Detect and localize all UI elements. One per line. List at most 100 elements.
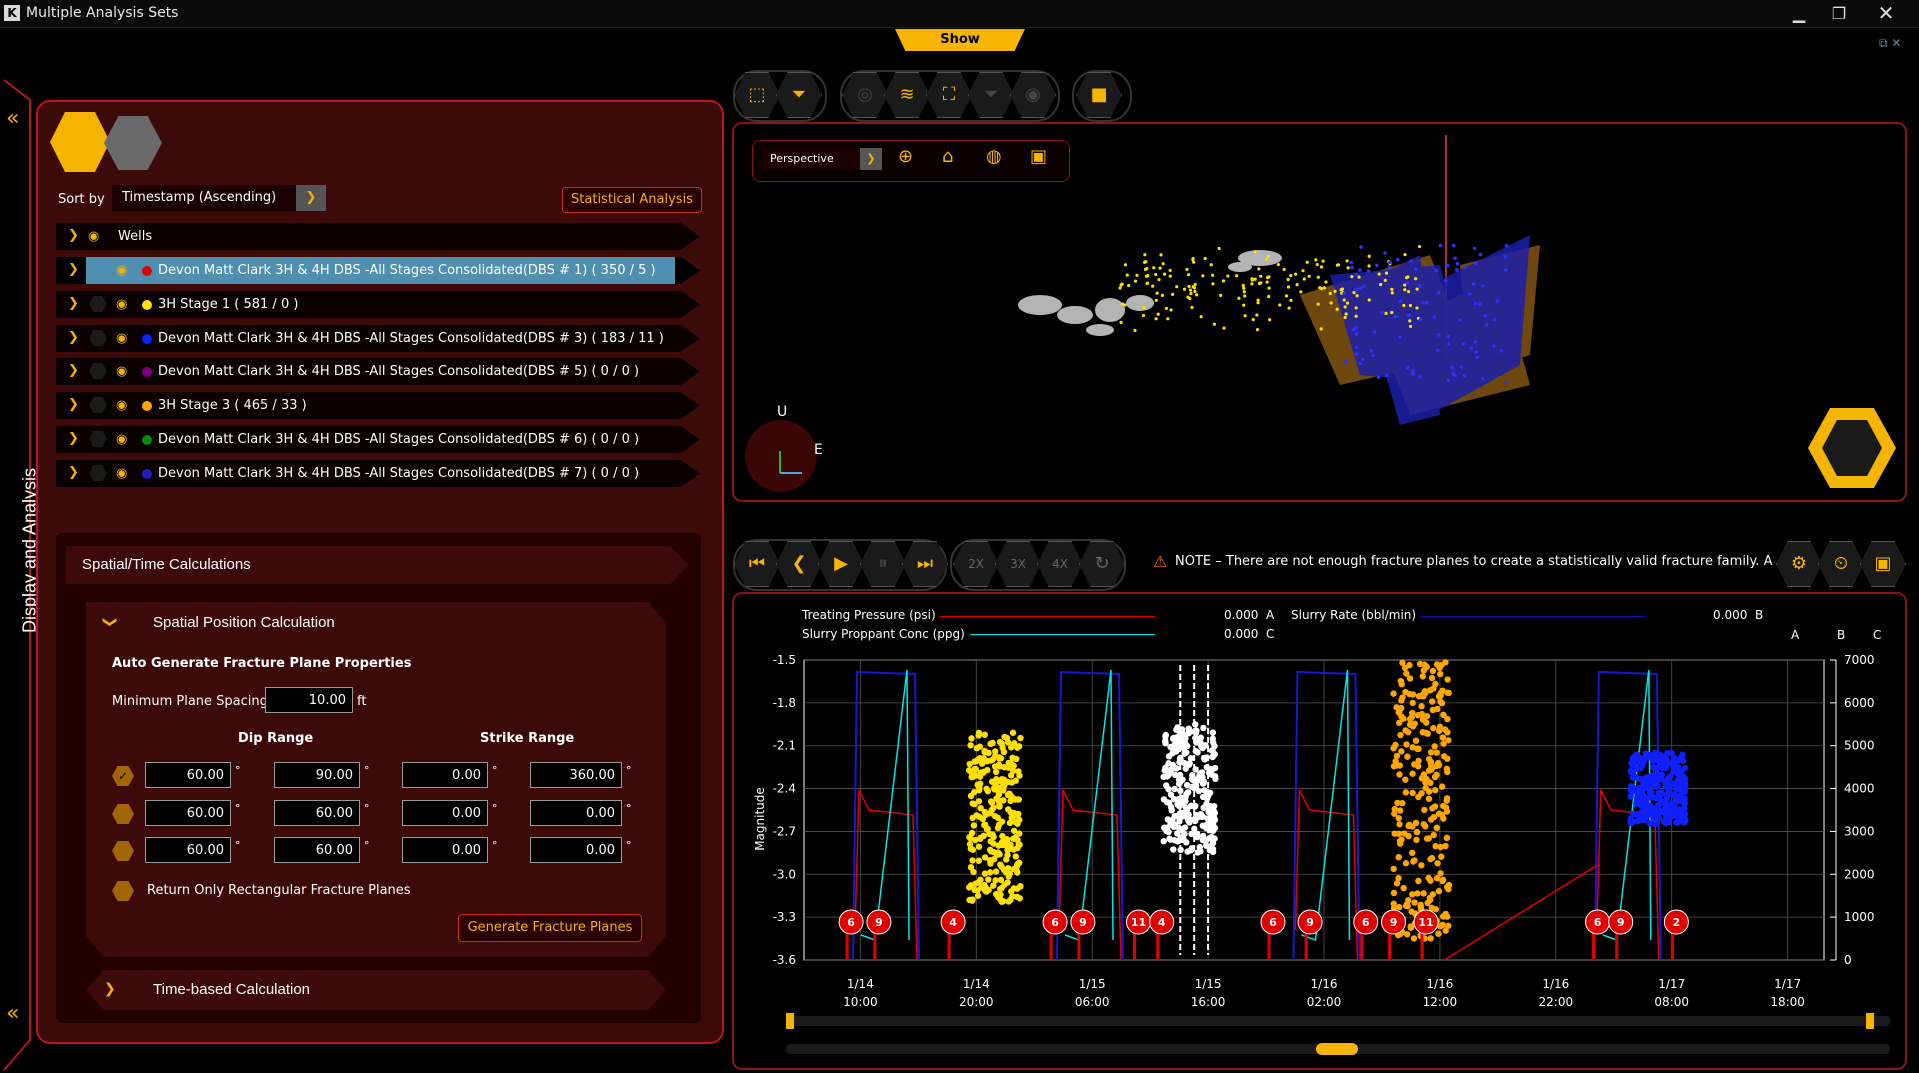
- color-dot: [142, 469, 152, 479]
- auto-generate-title: Auto Generate Fracture Plane Properties: [112, 656, 412, 671]
- hex-checkbox[interactable]: [89, 330, 107, 346]
- eye-icon[interactable]: ◉: [116, 331, 136, 346]
- eye-icon[interactable]: ◉: [116, 432, 136, 447]
- expand-icon[interactable]: ❯: [68, 465, 79, 480]
- strike-max-input[interactable]: 0.00: [530, 800, 622, 826]
- range-end-handle[interactable]: [1866, 1013, 1874, 1029]
- tree-row-dbs3[interactable]: ❯ ◉ Devon Matt Clark 3H & 4H DBS -All St…: [56, 325, 700, 352]
- statistical-analysis-button[interactable]: Statistical Analysis: [562, 187, 702, 213]
- sort-dropdown[interactable]: Timestamp (Ascending) ❯: [112, 185, 326, 211]
- event-point: [1193, 289, 1197, 293]
- legend-rate-label: Slurry Rate (bbl/min): [1291, 608, 1417, 622]
- settings-gear-icon[interactable]: ⚙: [1776, 541, 1822, 587]
- microseismic-event: [981, 870, 989, 877]
- event-point: [1403, 288, 1407, 292]
- microseismic-event: [1435, 887, 1443, 895]
- event-point: [1461, 341, 1466, 346]
- eye-icon[interactable]: ◉: [116, 398, 136, 413]
- hex-checkbox[interactable]: [89, 431, 107, 447]
- expand-icon[interactable]: ❯: [68, 397, 79, 412]
- chevron-right-icon[interactable]: ❯: [104, 981, 116, 997]
- tree-row-dbs7[interactable]: ❯ ◉ Devon Matt Clark 3H & 4H DBS -All St…: [56, 460, 700, 487]
- time-based-title[interactable]: Time-based Calculation: [153, 981, 310, 998]
- microseismic-event: [1012, 853, 1019, 860]
- tree-row-dbs1-content[interactable]: ◉ Devon Matt Clark 3H & 4H DBS -All Stag…: [56, 257, 700, 284]
- expand-icon[interactable]: ❯: [68, 330, 79, 345]
- tree-row-label: Devon Matt Clark 3H & 4H DBS -All Stages…: [158, 263, 656, 278]
- strike-min-input[interactable]: 0.00: [402, 800, 488, 826]
- strike-min-input[interactable]: 0.00: [402, 837, 488, 863]
- generate-fracture-planes-button[interactable]: Generate Fracture Planes: [458, 914, 642, 942]
- rect-only-label[interactable]: Return Only Rectangular Fracture Planes: [147, 883, 411, 898]
- hex-checkbox[interactable]: [89, 397, 107, 413]
- time-range-slider[interactable]: [786, 1016, 1890, 1026]
- event-point: [1182, 287, 1187, 291]
- eye-icon[interactable]: ◉: [116, 263, 136, 278]
- dip-max-input[interactable]: 90.00: [274, 762, 360, 788]
- event-point: [1221, 279, 1226, 283]
- tree-row-dbs6[interactable]: ❯ ◉ Devon Matt Clark 3H & 4H DBS -All St…: [56, 426, 700, 453]
- microseismic-event: [1409, 691, 1417, 698]
- chevron-down-icon[interactable]: ❯: [102, 616, 118, 628]
- min-plane-spacing-input[interactable]: 10.00: [265, 687, 353, 713]
- minimize-button[interactable]: ▁: [1779, 0, 1819, 27]
- hex-checkbox[interactable]: [89, 363, 107, 379]
- dip-min-input[interactable]: 60.00: [145, 762, 231, 788]
- event-point: [1355, 294, 1359, 298]
- microseismic-event: [1432, 787, 1439, 794]
- eye-icon[interactable]: ◉: [116, 297, 136, 312]
- tree-row-wells[interactable]: ❯ ◉ Wells: [56, 223, 700, 250]
- microseismic-event: [1415, 877, 1422, 885]
- eye-icon[interactable]: ◉: [116, 466, 136, 481]
- snapshot-icon[interactable]: ▣: [1860, 541, 1906, 587]
- eye-icon[interactable]: ◉: [88, 229, 108, 244]
- hex-checkbox[interactable]: [89, 465, 107, 481]
- expand-icon[interactable]: ❯: [68, 296, 79, 311]
- microseismic-event: [1415, 692, 1423, 700]
- tree-row-label: 3H Stage 1 ( 581 / 0 ): [158, 297, 299, 312]
- microseismic-event: [981, 748, 989, 756]
- dip-max-input[interactable]: 60.00: [274, 800, 360, 826]
- x-tick-label: 12:00: [1423, 995, 1458, 1009]
- strike-min-input[interactable]: 0.00: [402, 762, 488, 788]
- expand-icon[interactable]: ❯: [68, 363, 79, 378]
- event-point: [1462, 265, 1467, 270]
- dip-min-input[interactable]: 60.00: [145, 837, 231, 863]
- microseismic-event: [1196, 843, 1203, 851]
- microseismic-event: [1199, 822, 1206, 829]
- spatial-time-header[interactable]: Spatial/Time Calculations: [66, 546, 689, 584]
- dip-min-input[interactable]: 60.00: [145, 800, 231, 826]
- restore-button[interactable]: ❐: [1819, 0, 1859, 27]
- event-point: [1346, 266, 1350, 270]
- range-start-handle[interactable]: [786, 1013, 794, 1029]
- microseismic-event: [1652, 768, 1660, 775]
- close-button[interactable]: ✕: [1866, 0, 1906, 27]
- magnitude-chart[interactable]: -1.5 -1.8 -2.1 -2.4 -2.7 -3.0 -3.3 -3.6 1/14 10:0…: [734, 640, 1904, 1020]
- tree-row-stage1[interactable]: ❯ ◉ 3H Stage 1 ( 581 / 0 ): [56, 291, 700, 318]
- strike-max-input[interactable]: 0.00: [530, 837, 622, 863]
- event-point: [1301, 269, 1305, 273]
- tree-row-dbs5[interactable]: ❯ ◉ Devon Matt Clark 3H & 4H DBS -All St…: [56, 358, 700, 385]
- hex-checkbox[interactable]: [89, 296, 107, 312]
- scrollbar-thumb[interactable]: [1316, 1043, 1358, 1055]
- expand-icon[interactable]: ❯: [68, 431, 79, 446]
- chevron-down-icon[interactable]: ❯: [296, 185, 326, 211]
- time-forward-icon[interactable]: ⏲: [1818, 541, 1864, 587]
- expand-icon[interactable]: ❯: [68, 228, 79, 243]
- spatial-position-title[interactable]: Spatial Position Calculation: [153, 614, 335, 631]
- tree-row-stage3[interactable]: ❯ ◉ 3H Stage 3 ( 465 / 33 ): [56, 392, 700, 419]
- microseismic-event: [1664, 749, 1671, 757]
- dip-max-input[interactable]: 60.00: [274, 837, 360, 863]
- 3d-scene[interactable]: [740, 125, 1905, 500]
- microseismic-event: [1014, 820, 1021, 827]
- show-tab[interactable]: Show: [895, 29, 1025, 51]
- eye-icon[interactable]: ◉: [116, 364, 136, 379]
- event-point: [1359, 245, 1363, 249]
- event-point: [1119, 320, 1123, 324]
- panel-restore-icon[interactable]: ⧉ ✕: [1879, 36, 1901, 51]
- event-point: [1211, 282, 1215, 286]
- strike-max-input[interactable]: 360.00: [530, 762, 622, 788]
- microseismic-event: [1442, 659, 1449, 666]
- event-point: [1376, 375, 1381, 380]
- microseismic-event: [1393, 704, 1400, 711]
